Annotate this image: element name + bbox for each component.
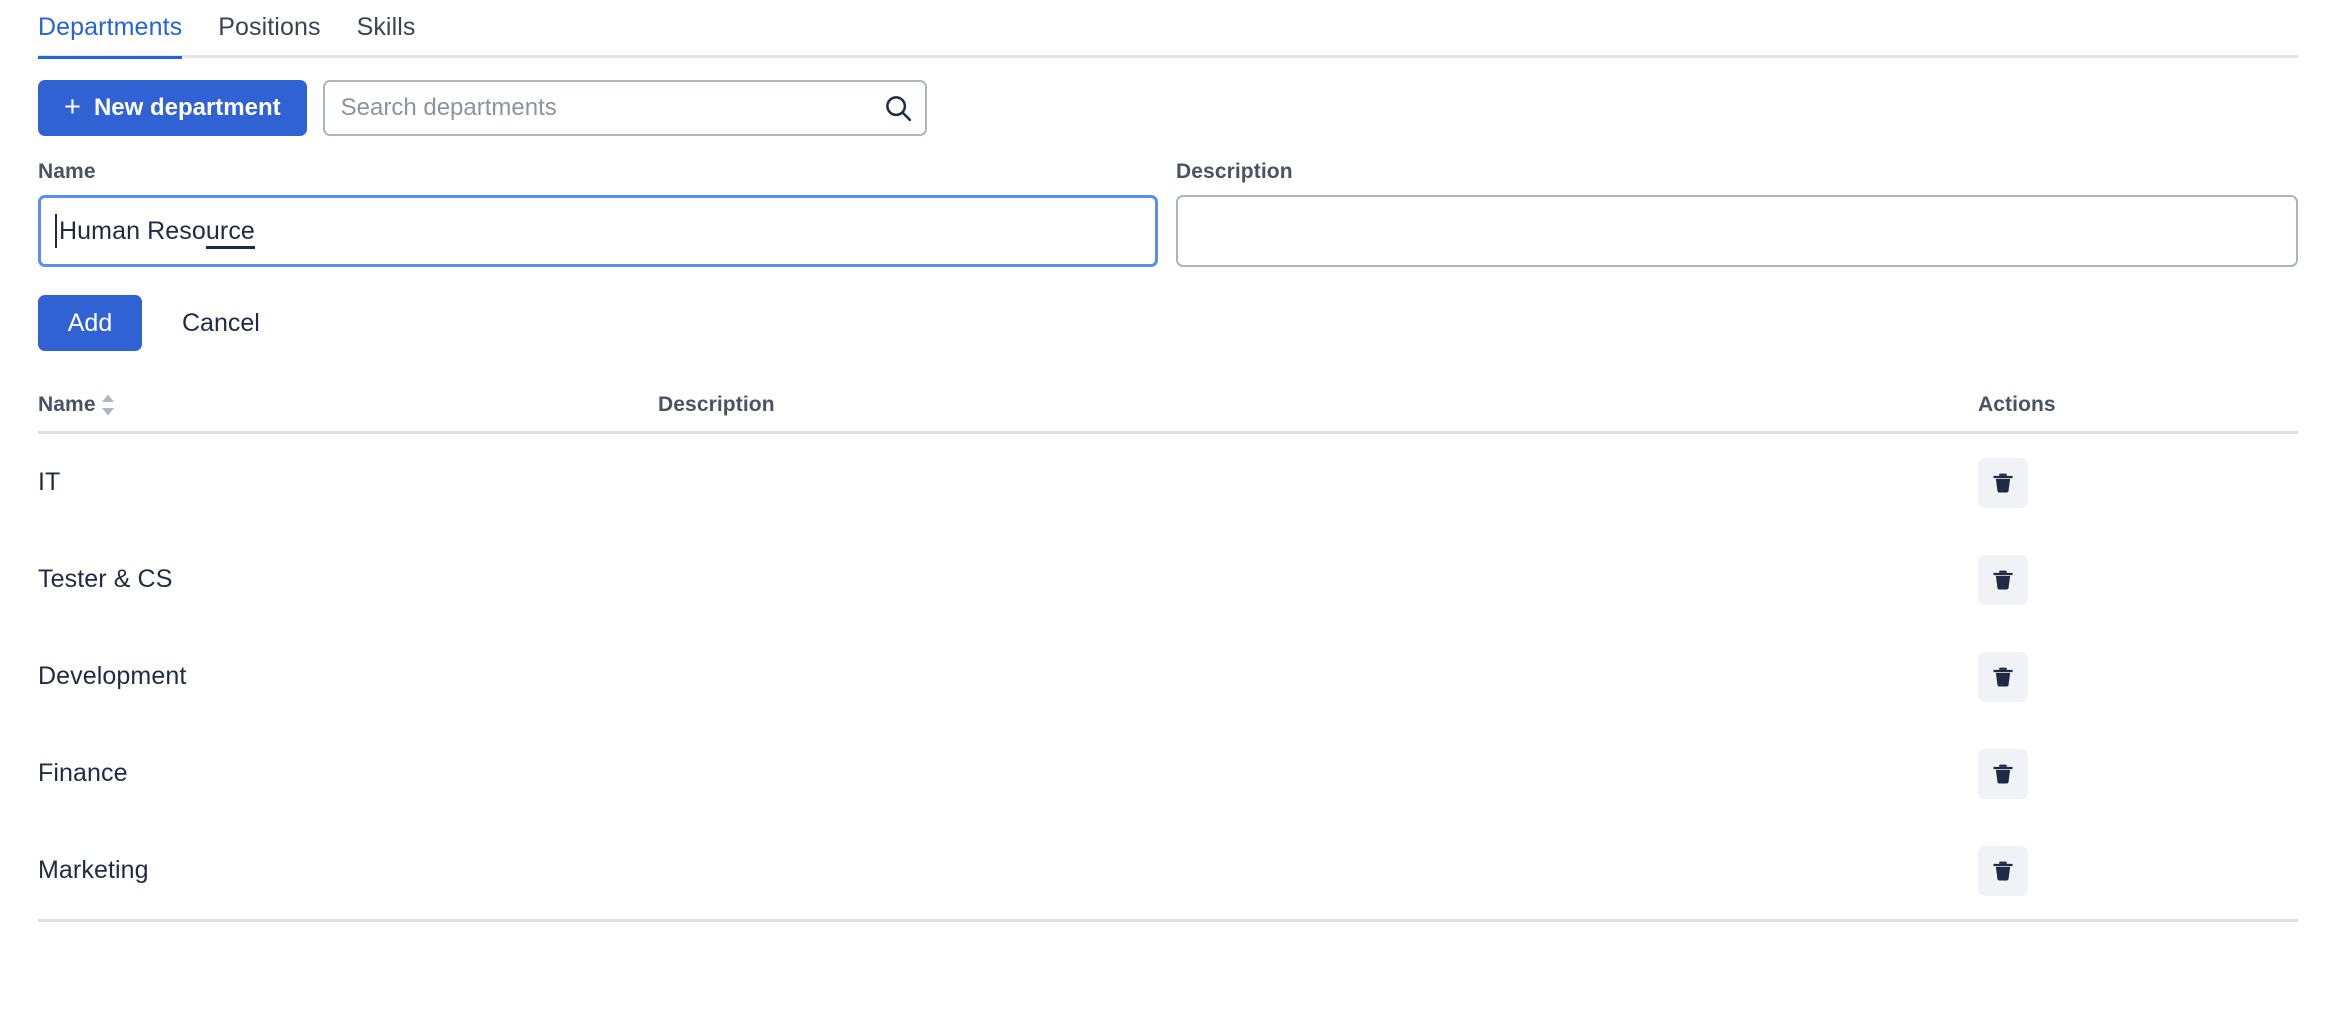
tab-positions-label: Positions bbox=[218, 13, 321, 41]
new-department-button-label: New department bbox=[93, 94, 281, 121]
column-header-actions: Actions bbox=[1978, 393, 2298, 417]
cell-actions bbox=[1978, 748, 2298, 799]
trash-icon bbox=[1993, 861, 2013, 881]
delete-row-button[interactable] bbox=[1978, 651, 2028, 702]
cell-actions bbox=[1978, 845, 2298, 896]
cell-name: IT bbox=[38, 468, 61, 496]
tab-departments[interactable]: Departments bbox=[38, 10, 183, 59]
delete-row-button[interactable] bbox=[1978, 845, 2028, 896]
tab-skills[interactable]: Skills bbox=[357, 10, 416, 56]
name-input-value-misspelled: urce bbox=[205, 216, 255, 249]
search-field bbox=[322, 80, 927, 136]
table-body: IT Tester & CS Development Finance Marke… bbox=[38, 434, 2298, 919]
form-actions: Add Cancel bbox=[38, 295, 2298, 351]
tab-departments-label: Departments bbox=[38, 13, 183, 41]
departments-table: Name Description Actions IT Tester & CS … bbox=[38, 393, 2298, 919]
sort-updown-icon bbox=[101, 394, 114, 416]
table-bottom-divider bbox=[38, 919, 2298, 922]
column-header-description-label: Description bbox=[658, 393, 775, 416]
column-header-description: Description bbox=[658, 393, 1978, 417]
name-input-value: Human Resource bbox=[59, 216, 255, 249]
name-input-value-prefix: Human Reso bbox=[59, 216, 206, 245]
cancel-button[interactable]: Cancel bbox=[176, 309, 266, 338]
table-row: IT bbox=[38, 434, 2298, 531]
name-field-label: Name bbox=[38, 160, 96, 183]
description-field-group: Description bbox=[1176, 160, 2298, 267]
column-header-name[interactable]: Name bbox=[38, 393, 658, 417]
delete-row-button[interactable] bbox=[1978, 748, 2028, 799]
table-row: Tester & CS bbox=[38, 531, 2298, 628]
department-form: Name Human Resource Description bbox=[38, 160, 2298, 267]
table-row: Development bbox=[38, 628, 2298, 725]
column-header-actions-label: Actions bbox=[1978, 393, 2056, 416]
table-header-row: Name Description Actions bbox=[38, 393, 2298, 434]
description-input[interactable] bbox=[1176, 195, 2298, 267]
tab-positions[interactable]: Positions bbox=[218, 10, 320, 56]
name-field-group: Name Human Resource bbox=[38, 160, 1158, 267]
tab-list: Departments Positions Skills bbox=[38, 10, 2298, 59]
trash-icon bbox=[1993, 473, 2013, 493]
cell-name: Finance bbox=[38, 759, 128, 787]
cell-actions bbox=[1978, 554, 2298, 605]
cell-actions bbox=[1978, 457, 2298, 508]
delete-row-button[interactable] bbox=[1978, 457, 2028, 508]
tab-skills-label: Skills bbox=[356, 13, 416, 41]
column-header-name-label: Name bbox=[38, 393, 96, 416]
cell-name: Marketing bbox=[38, 856, 149, 884]
new-department-button[interactable]: + New department bbox=[38, 80, 307, 136]
search-input[interactable] bbox=[322, 80, 927, 136]
plus-icon: + bbox=[64, 90, 81, 123]
departments-page: Departments Positions Skills + New depar… bbox=[0, 0, 2336, 1024]
toolbar: + New department bbox=[38, 80, 2298, 136]
trash-icon bbox=[1993, 764, 2013, 784]
cell-name: Development bbox=[38, 662, 187, 690]
table-row: Finance bbox=[38, 725, 2298, 822]
description-field-label: Description bbox=[1176, 160, 1293, 183]
text-caret bbox=[55, 214, 57, 248]
trash-icon bbox=[1993, 570, 2013, 590]
add-button[interactable]: Add bbox=[38, 295, 142, 351]
delete-row-button[interactable] bbox=[1978, 554, 2028, 605]
trash-icon bbox=[1993, 667, 2013, 687]
tab-bar: Departments Positions Skills bbox=[38, 0, 2298, 59]
table-row: Marketing bbox=[38, 822, 2298, 919]
name-input[interactable]: Human Resource bbox=[38, 195, 1158, 267]
cell-actions bbox=[1978, 651, 2298, 702]
cell-name: Tester & CS bbox=[38, 565, 173, 593]
